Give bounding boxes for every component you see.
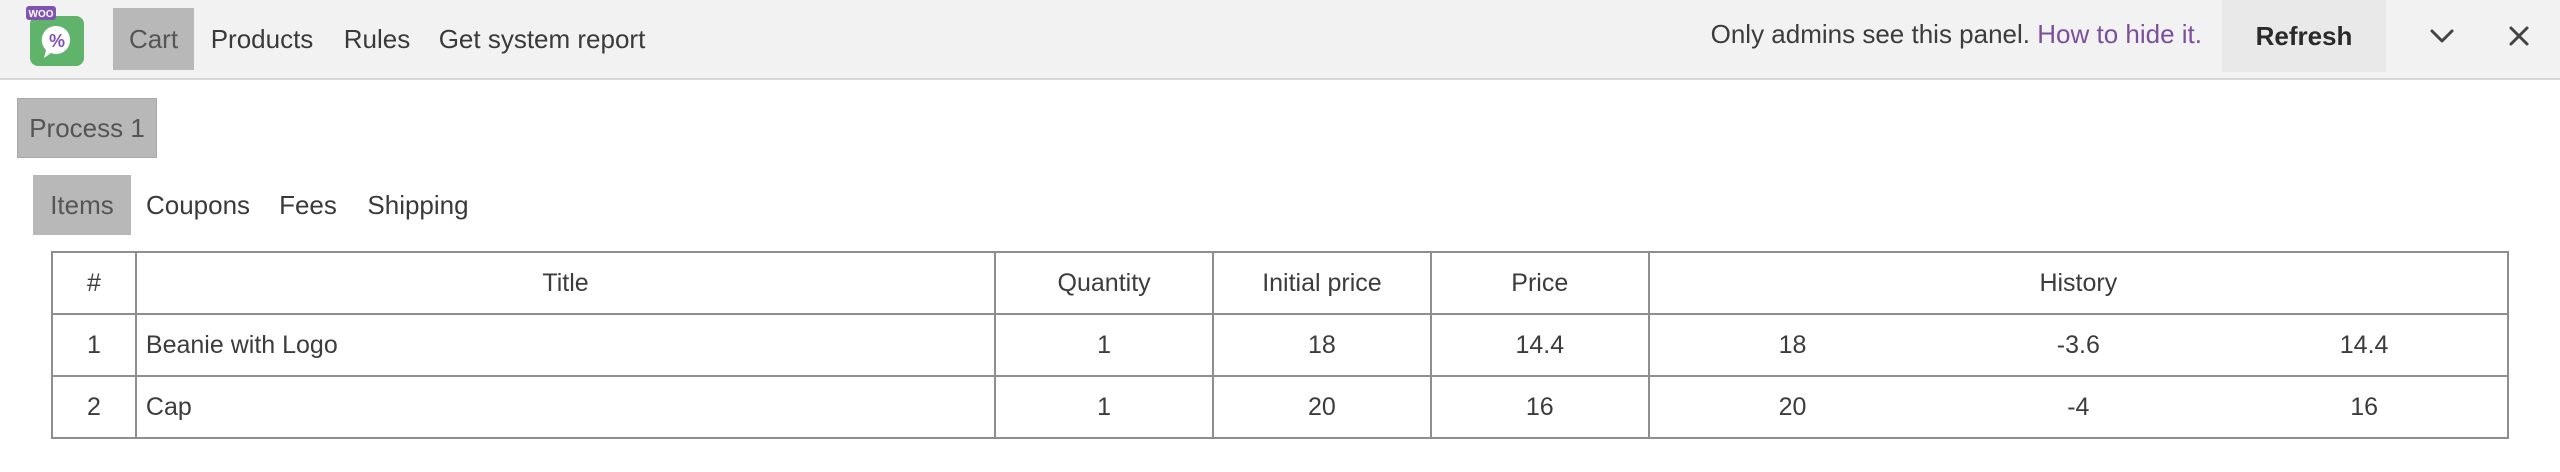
column-header-quantity: Quantity [994, 251, 1215, 315]
row-title: Beanie with Logo [134, 313, 997, 377]
close-icon[interactable] [2497, 14, 2541, 58]
column-header-title: Title [134, 251, 997, 315]
process-tab-1[interactable]: Process 1 [17, 98, 157, 158]
svg-text:%: % [49, 31, 65, 51]
column-header-history: History [1647, 251, 2510, 315]
nav-tab-cart[interactable]: Cart [113, 8, 194, 70]
refresh-button[interactable]: Refresh [2222, 0, 2386, 72]
history-value: 16 [2350, 392, 2378, 421]
how-to-hide-link[interactable]: How to hide it. [2037, 19, 2202, 49]
nav-tab-products[interactable]: Products [205, 8, 319, 70]
row-title: Cap [134, 375, 997, 439]
row-number: 2 [51, 375, 137, 439]
row-price: 14.4 [1429, 313, 1650, 377]
row-price: 16 [1429, 375, 1650, 439]
column-header-price: Price [1429, 251, 1650, 315]
row-history: 18 -3.6 14.4 [1647, 313, 2510, 377]
woo-logo-icon: WOO % [26, 6, 84, 66]
nav-tab-system-report[interactable]: Get system report [436, 8, 648, 70]
row-initial-price: 18 [1212, 313, 1432, 377]
history-value: -3.6 [2056, 330, 2100, 359]
admin-notice: Only admins see this panel. How to hide … [1711, 0, 2202, 68]
history-value: 20 [1778, 392, 1807, 421]
admin-notice-text: Only admins see this panel. [1710, 19, 2031, 49]
history-value: 18 [1778, 330, 1807, 359]
sub-tab-shipping[interactable]: Shipping [364, 175, 472, 235]
nav-tab-rules[interactable]: Rules [338, 8, 416, 70]
sub-tab-fees[interactable]: Fees [276, 175, 340, 235]
row-quantity: 1 [994, 313, 1215, 377]
history-value: 14.4 [2339, 330, 2389, 359]
sub-tab-coupons[interactable]: Coupons [144, 175, 252, 235]
row-history: 20 -4 16 [1647, 375, 2510, 439]
row-quantity: 1 [994, 375, 1215, 439]
table-row: 1 Beanie with Logo 1 18 14.4 18 -3.6 14.… [51, 313, 2510, 377]
logo-text: WOO [29, 9, 54, 20]
row-number: 1 [51, 313, 137, 377]
column-header-initial-price: Initial price [1212, 251, 1432, 315]
column-header-number: # [51, 251, 137, 315]
history-value: -4 [2067, 392, 2090, 421]
cart-items-table: # Title Quantity Initial price Price His… [51, 251, 2510, 439]
row-initial-price: 20 [1212, 375, 1432, 439]
table-header-row: # Title Quantity Initial price Price His… [51, 251, 2510, 315]
admin-panel-topbar: WOO % Cart Products Rules Get system rep… [0, 0, 2560, 80]
chevron-down-icon[interactable] [2420, 14, 2464, 58]
sub-tab-items[interactable]: Items [33, 175, 131, 235]
table-row: 2 Cap 1 20 16 20 -4 16 [51, 375, 2510, 439]
